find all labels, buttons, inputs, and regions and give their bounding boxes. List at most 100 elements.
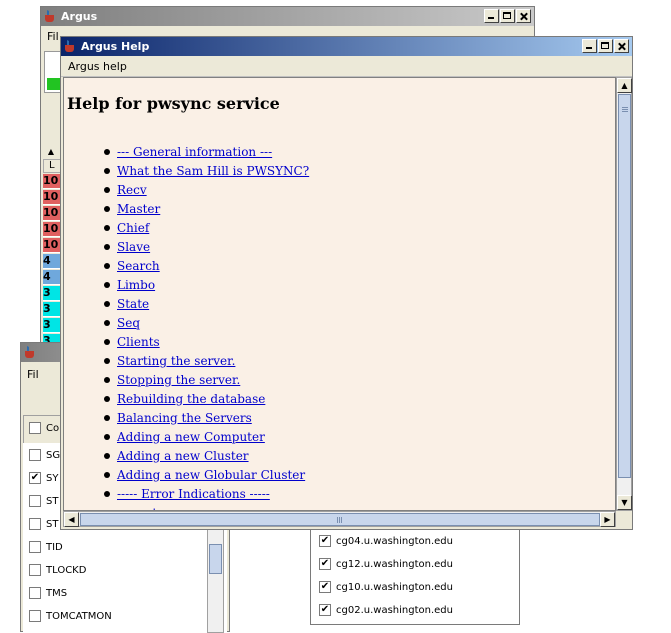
- service-checkbox[interactable]: [29, 587, 41, 599]
- load-cell[interactable]: 10: [43, 206, 60, 221]
- help-vscroll-thumb[interactable]: [618, 94, 631, 478]
- load-cell[interactable]: 3: [43, 286, 60, 301]
- scroll-up-button[interactable]: ▲: [617, 78, 632, 93]
- bullet-icon: [104, 452, 110, 459]
- help-horizontal-scrollbar[interactable]: ◀ ▶: [63, 511, 616, 527]
- help-topic-item: Chief: [104, 218, 309, 237]
- service-checkbox[interactable]: [29, 564, 41, 576]
- bullet-icon: [104, 357, 110, 364]
- service-list-item[interactable]: ✔ SY: [29, 472, 58, 484]
- host-list-item[interactable]: ✔ cg04.u.washington.edu: [319, 535, 453, 547]
- services-file-menu[interactable]: Fil: [27, 368, 39, 381]
- help-topic-item: Recv: [104, 180, 309, 199]
- load-cell[interactable]: 10: [43, 190, 60, 205]
- load-cell[interactable]: 3: [43, 318, 60, 333]
- help-topic-link[interactable]: Limbo: [117, 278, 155, 292]
- load-cell[interactable]: 10: [43, 174, 60, 189]
- help-topic-item: Adding a new Computer: [104, 427, 309, 446]
- service-list-item[interactable]: TMS: [29, 587, 67, 599]
- java-app-icon: [63, 39, 77, 54]
- help-titlebar[interactable]: Argus Help: [61, 37, 632, 56]
- bullet-icon: [104, 281, 110, 288]
- help-topic-link[interactable]: ----- Error Indications -----: [117, 487, 270, 501]
- scroll-left-button[interactable]: ◀: [64, 512, 79, 527]
- help-topic-item: Master: [104, 199, 309, 218]
- help-topic-link[interactable]: Clients: [117, 335, 160, 349]
- help-hscroll-thumb[interactable]: [80, 513, 600, 526]
- close-button[interactable]: [614, 39, 629, 53]
- list-header[interactable]: L: [43, 159, 61, 173]
- bullet-icon: [104, 490, 110, 497]
- host-label: cg10.u.washington.edu: [336, 581, 453, 593]
- scroll-right-button[interactable]: ▶: [600, 512, 615, 527]
- java-app-icon: [43, 9, 57, 24]
- help-topic-link[interactable]: What the Sam Hill is PWSYNC?: [117, 164, 309, 178]
- service-list-item[interactable]: ST: [29, 495, 58, 507]
- service-checkbox[interactable]: ✔: [29, 472, 41, 484]
- service-checkbox[interactable]: [29, 518, 41, 530]
- help-topic-link[interactable]: Slave: [117, 240, 150, 254]
- service-checkbox[interactable]: [29, 610, 41, 622]
- help-topic-link[interactable]: Starting the server.: [117, 354, 235, 368]
- service-list-item[interactable]: TLOCKD: [29, 564, 86, 576]
- host-checkbox[interactable]: ✔: [319, 558, 331, 570]
- host-checkbox[interactable]: ✔: [319, 604, 331, 616]
- help-heading: Help for pwsync service: [67, 94, 280, 113]
- help-topic-item: Clients: [104, 332, 309, 351]
- service-checkbox[interactable]: [29, 541, 41, 553]
- host-label: cg02.u.washington.edu: [336, 604, 453, 616]
- service-label: SG: [46, 449, 61, 461]
- java-app-icon: [23, 345, 37, 360]
- list-scroll-up[interactable]: ▲: [43, 147, 59, 157]
- load-cell[interactable]: 10: [43, 238, 60, 253]
- minimize-button[interactable]: [484, 9, 499, 23]
- service-list-item[interactable]: SG: [29, 449, 60, 461]
- bullet-icon: [104, 243, 110, 250]
- close-button[interactable]: [516, 9, 531, 23]
- help-window: Argus Help Argus help Help for pwsync se…: [60, 36, 633, 530]
- argus-titlebar[interactable]: Argus: [41, 7, 534, 26]
- host-list-item[interactable]: ✔ cg10.u.washington.edu: [319, 581, 453, 593]
- service-checkbox[interactable]: [29, 449, 41, 461]
- scroll-down-button[interactable]: ▼: [617, 495, 632, 510]
- host-list-item[interactable]: ✔ cg02.u.washington.edu: [319, 604, 453, 616]
- help-topic-link[interactable]: Adding a new Cluster: [117, 449, 249, 463]
- help-topic-item: Stopping the server.: [104, 370, 309, 389]
- help-topic-link[interactable]: Master: [117, 202, 160, 216]
- host-list-item[interactable]: ✔ cg12.u.washington.edu: [319, 558, 453, 570]
- argus-help-menu[interactable]: Argus help: [68, 60, 127, 73]
- service-list-item[interactable]: TID: [29, 541, 63, 553]
- host-checkbox[interactable]: ✔: [319, 581, 331, 593]
- service-checkbox[interactable]: [29, 495, 41, 507]
- services-scroll-thumb[interactable]: [209, 544, 222, 574]
- help-topic-link[interactable]: State: [117, 297, 149, 311]
- help-topic-item: ----- Error Indications -----: [104, 484, 309, 503]
- load-cell[interactable]: 3: [43, 302, 60, 317]
- service-list-item[interactable]: ST: [29, 518, 58, 530]
- maximize-button[interactable]: [598, 39, 613, 53]
- services-header-label: Co: [46, 422, 60, 434]
- status-indicator-green: [47, 78, 61, 90]
- maximize-button[interactable]: [500, 9, 515, 23]
- help-topic-link[interactable]: Adding a new Computer: [117, 430, 265, 444]
- help-topic-link[interactable]: --- General information ---: [117, 145, 272, 159]
- host-checkbox[interactable]: ✔: [319, 535, 331, 547]
- select-all-checkbox[interactable]: [29, 422, 41, 434]
- load-cell[interactable]: 4: [43, 270, 60, 285]
- help-topic-link[interactable]: Chief: [117, 221, 149, 235]
- select-all-row[interactable]: Co: [29, 422, 59, 434]
- help-topic-link[interactable]: Balancing the Servers: [117, 411, 252, 425]
- argus-file-menu[interactable]: Fil: [47, 30, 59, 43]
- minimize-button[interactable]: [582, 39, 597, 53]
- help-topic-link[interactable]: Search: [117, 259, 160, 273]
- help-topic-link[interactable]: Recv: [117, 183, 147, 197]
- load-cell[interactable]: 10: [43, 222, 60, 237]
- service-list-item[interactable]: TOMCATMON: [29, 610, 112, 622]
- load-cell[interactable]: 4: [43, 254, 60, 269]
- help-topic-link[interactable]: Rebuilding the database: [117, 392, 265, 406]
- help-topic-link[interactable]: Seq: [117, 316, 140, 330]
- help-topic-link[interactable]: Adding a new Globular Cluster: [117, 468, 305, 482]
- bullet-icon: [104, 186, 110, 193]
- help-topic-link[interactable]: Stopping the server.: [117, 373, 240, 387]
- help-vertical-scrollbar[interactable]: ▲ ▼: [616, 77, 632, 511]
